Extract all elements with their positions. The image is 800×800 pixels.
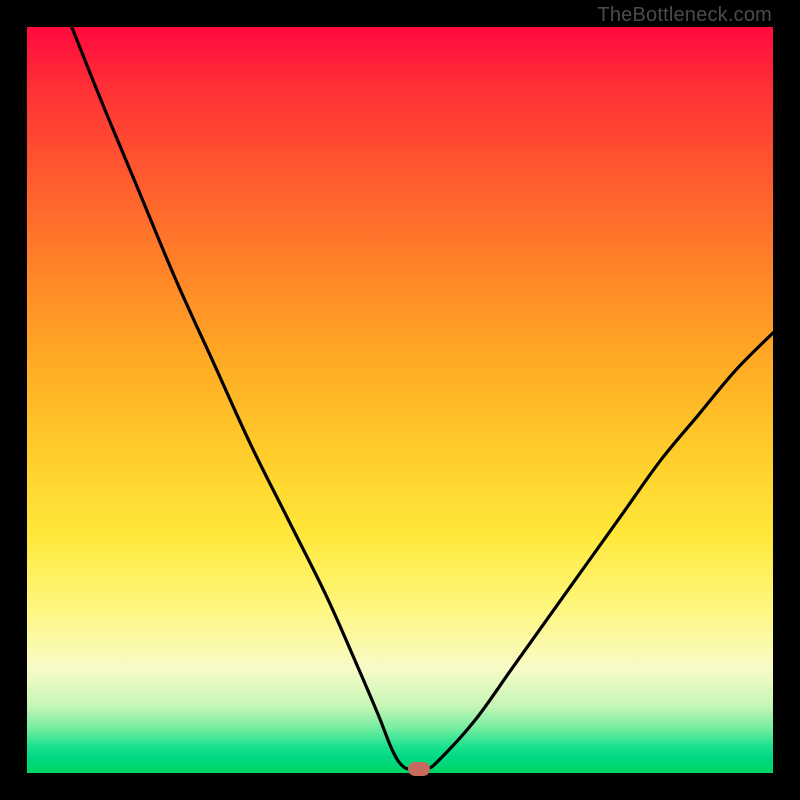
attribution-text: TheBottleneck.com: [597, 4, 772, 27]
bottleneck-curve: [27, 27, 773, 773]
chart-frame: TheBottleneck.com: [0, 0, 800, 800]
optimum-marker: [408, 762, 430, 776]
plot-area: [27, 27, 773, 773]
